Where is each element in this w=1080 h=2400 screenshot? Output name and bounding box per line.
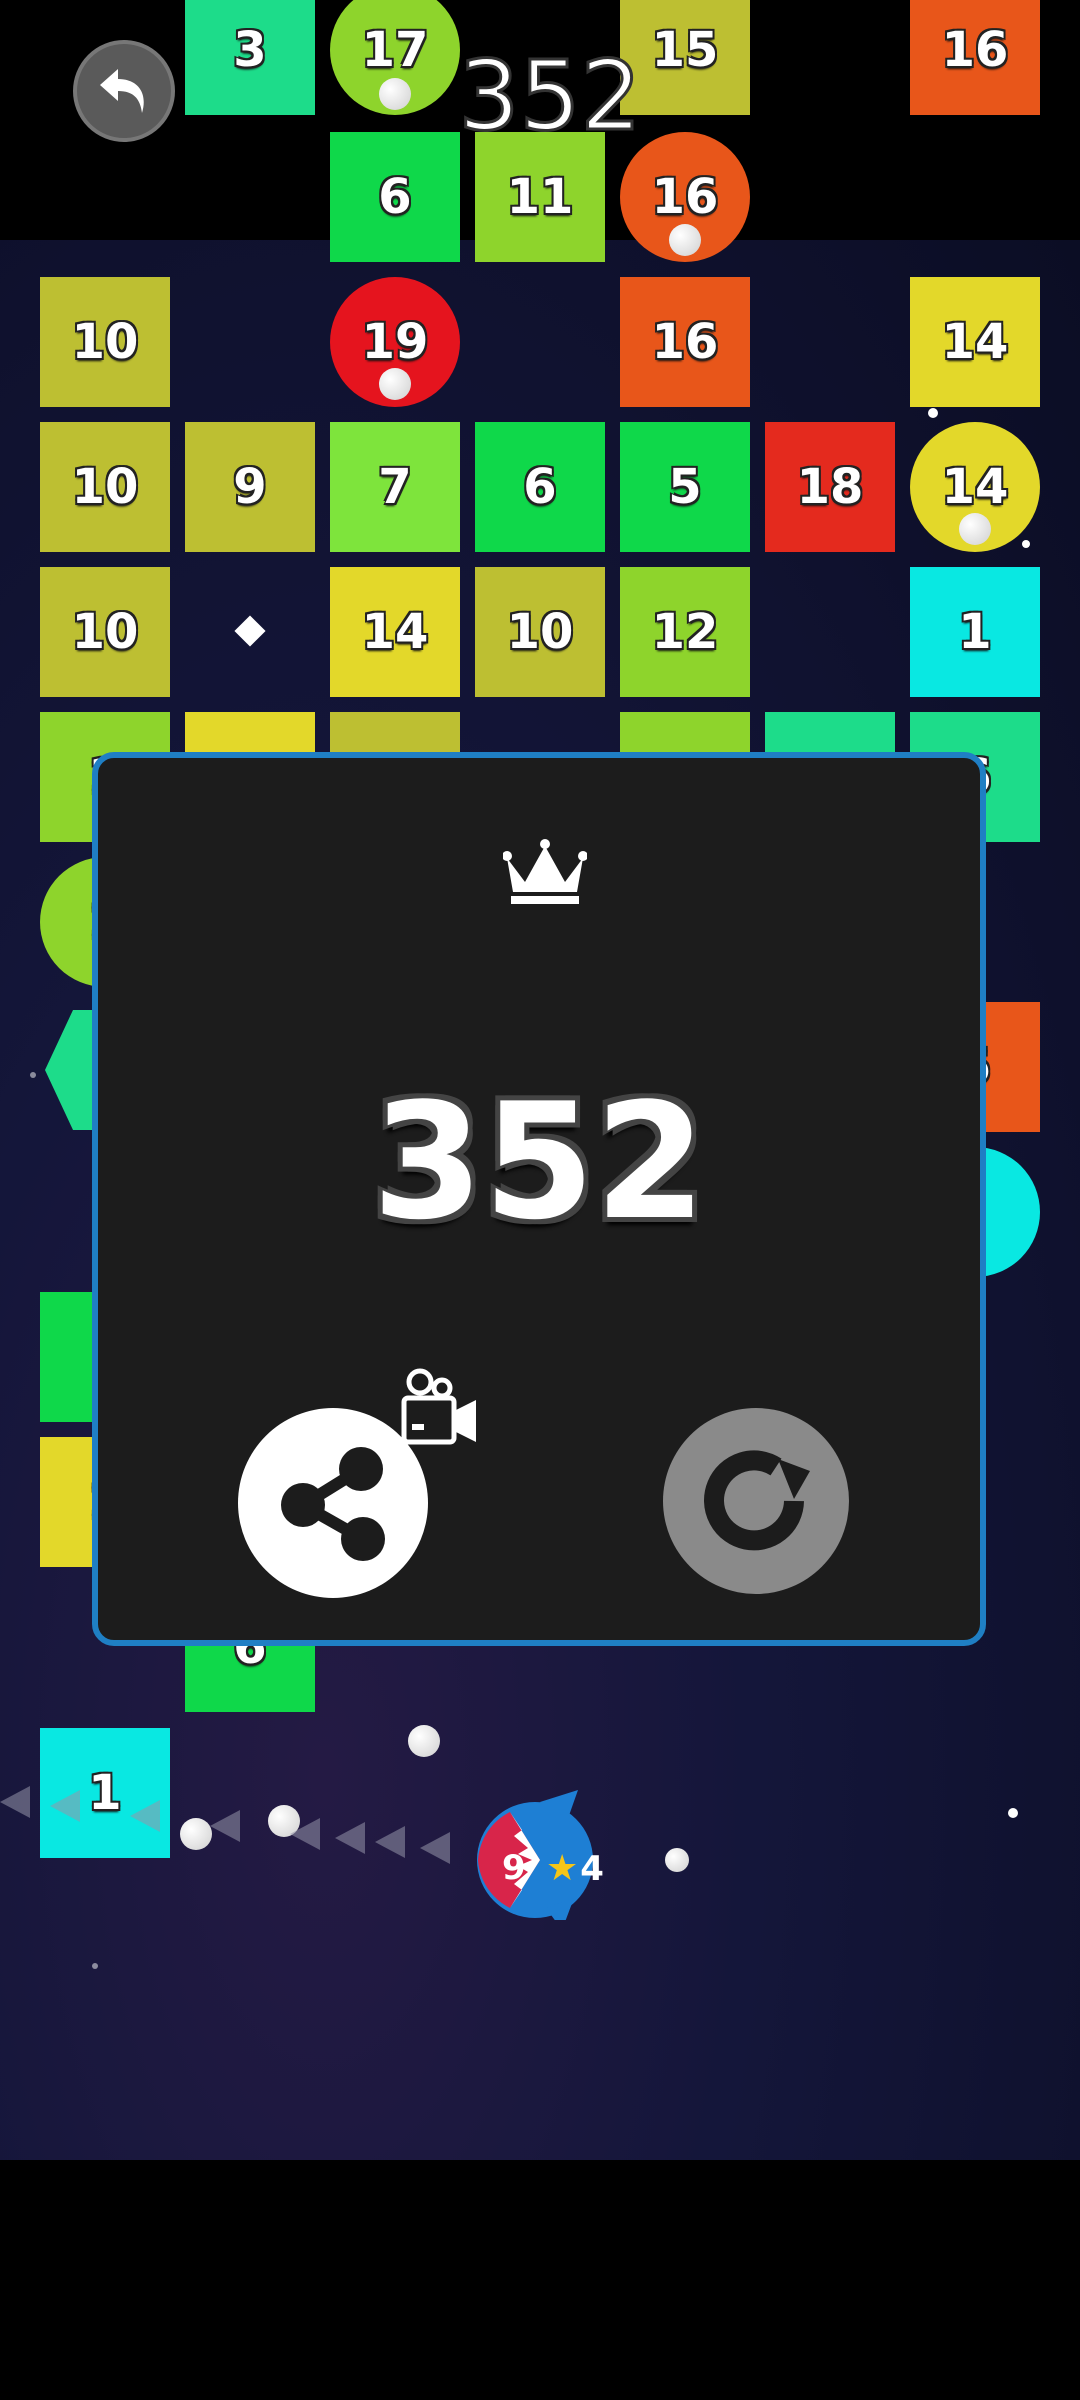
video-camera-icon — [401, 1368, 476, 1445]
tile: 14 — [330, 567, 460, 697]
star-dot — [928, 408, 938, 418]
star-dot — [1008, 1808, 1018, 1818]
ball — [379, 78, 411, 110]
aim-arrow — [290, 1818, 320, 1850]
crown-icon — [503, 839, 587, 904]
tile: 1 — [910, 567, 1040, 697]
tile: 10 — [40, 422, 170, 552]
aim-arrow — [335, 1822, 365, 1854]
tile: 16 — [620, 277, 750, 407]
aim-arrow — [130, 1800, 160, 1832]
aim-arrow — [50, 1790, 80, 1822]
star-icon: ★ — [546, 1848, 579, 1889]
tile: 18 — [765, 422, 895, 552]
replay-icon — [704, 1450, 810, 1551]
tile: 3 — [185, 0, 315, 115]
tile: 10 — [475, 567, 605, 697]
tile: 10 — [40, 567, 170, 697]
bottom-bar — [0, 2160, 1080, 2400]
tile: 7 — [330, 422, 460, 552]
ball — [180, 1818, 212, 1850]
star-dot — [30, 1072, 36, 1078]
ball — [669, 224, 701, 256]
game-over-dialog: 352 — [92, 752, 986, 1646]
share-icon — [281, 1447, 385, 1561]
aim-arrow — [0, 1786, 30, 1818]
tile: 9 — [185, 422, 315, 552]
tile: 14 — [910, 277, 1040, 407]
star-count-value: 4 — [580, 1848, 604, 1889]
replay-button[interactable] — [663, 1408, 849, 1594]
tile: 12 — [620, 567, 750, 697]
star-count: ★ 4 — [546, 1848, 604, 1889]
final-score: 352 — [372, 1068, 706, 1255]
ball — [379, 368, 411, 400]
back-arrow-icon — [100, 69, 144, 113]
star-dot — [92, 1963, 98, 1969]
ball — [665, 1848, 689, 1872]
star-dot — [1022, 540, 1030, 548]
ball — [959, 513, 991, 545]
tile: 5 — [620, 422, 750, 552]
tile: 16 — [910, 0, 1040, 115]
aim-arrow — [210, 1810, 240, 1842]
ball — [408, 1725, 440, 1757]
back-button[interactable] — [73, 40, 175, 142]
tile: 6 — [475, 422, 605, 552]
current-score: 352 — [457, 39, 643, 154]
ball-count: 9 — [502, 1848, 526, 1888]
aim-arrow — [375, 1826, 405, 1858]
aim-arrow — [420, 1832, 450, 1864]
tile: 10 — [40, 277, 170, 407]
